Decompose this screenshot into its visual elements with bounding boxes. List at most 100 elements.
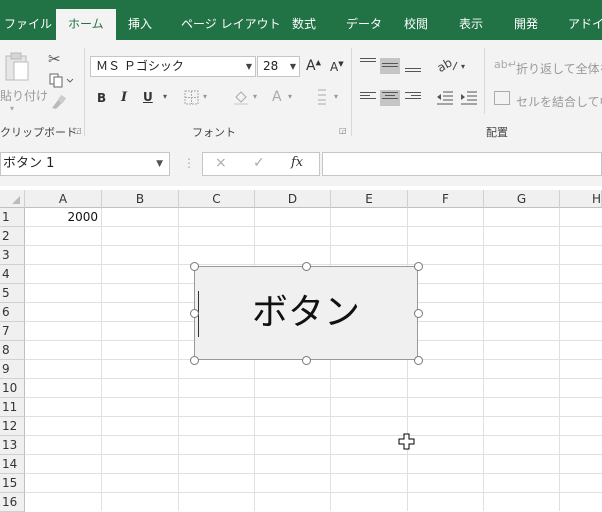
phonetic-dropdown-icon[interactable]: ▾	[334, 92, 338, 101]
merge-center-button[interactable]: セルを結合して中	[516, 93, 602, 110]
form-button[interactable]: ボタン	[194, 266, 418, 360]
align-center-button[interactable]	[380, 90, 400, 106]
enter-icon[interactable]: ✓	[253, 155, 265, 171]
row-header-6[interactable]: 6	[0, 303, 25, 322]
cancel-icon[interactable]: ×	[215, 155, 227, 171]
group-separator	[484, 48, 485, 114]
column-header-g[interactable]: G	[484, 190, 560, 208]
resize-handle-bottom-left[interactable]	[190, 356, 199, 365]
resize-handle-right[interactable]	[414, 309, 423, 318]
copy-button[interactable]	[48, 72, 74, 88]
wrap-text-icon: ab↵	[494, 58, 517, 71]
row-header-11[interactable]: 11	[0, 398, 25, 417]
chevron-down-icon[interactable]: ▼	[156, 153, 163, 175]
font-color-dropdown-icon[interactable]: ▾	[288, 92, 292, 101]
row-header-15[interactable]: 15	[0, 474, 25, 493]
resize-handle-top[interactable]	[302, 262, 311, 271]
align-bottom-button[interactable]	[405, 62, 421, 74]
clipboard-launcher-icon[interactable]: ◲	[74, 126, 82, 135]
paste-button[interactable]	[4, 52, 30, 82]
column-header-h[interactable]: H	[560, 190, 602, 208]
borders-dropdown-icon[interactable]: ▾	[203, 92, 207, 101]
cell-a1[interactable]: 2000	[26, 210, 98, 224]
increase-indent-button[interactable]	[460, 90, 478, 106]
align-left-button[interactable]	[360, 92, 376, 104]
row-header-9[interactable]: 9	[0, 360, 25, 379]
row-header-5[interactable]: 5	[0, 284, 25, 303]
row-header-1[interactable]: 1	[0, 208, 25, 227]
borders-button[interactable]	[184, 90, 200, 106]
bold-button[interactable]: B	[97, 91, 106, 105]
row-header-8[interactable]: 8	[0, 341, 25, 360]
font-size-select[interactable]: 28 ▼	[257, 56, 300, 77]
font-size-value: 28	[263, 59, 279, 73]
font-launcher-icon[interactable]: ◲	[339, 126, 347, 135]
tab-view[interactable]: 表示	[459, 9, 483, 40]
resize-handle-left[interactable]	[190, 309, 199, 318]
fill-color-dropdown-icon[interactable]: ▾	[253, 92, 257, 101]
phonetic-button[interactable]	[315, 86, 329, 108]
column-header-f[interactable]: F	[408, 190, 484, 208]
italic-button[interactable]: I	[121, 90, 127, 105]
underline-dropdown-icon[interactable]: ▾	[163, 92, 167, 101]
decrease-indent-button[interactable]	[436, 90, 454, 106]
row-header-14[interactable]: 14	[0, 455, 25, 474]
resize-handle-bottom[interactable]	[302, 356, 311, 365]
row-header-7[interactable]: 7	[0, 322, 25, 341]
fill-color-button[interactable]	[232, 88, 250, 106]
row-header-13[interactable]: 13	[0, 436, 25, 455]
tab-page-layout[interactable]: ページ レイアウト	[181, 9, 281, 40]
resize-handle-top-left[interactable]	[190, 262, 199, 271]
formula-input[interactable]	[322, 152, 602, 176]
name-box[interactable]: ボタン 1 ▼	[0, 152, 170, 176]
underline-button[interactable]: U	[143, 90, 153, 104]
select-all-corner[interactable]	[0, 190, 25, 208]
orientation-button[interactable]: ab	[435, 55, 461, 78]
formula-bar-grip-icon[interactable]: ⋮	[183, 156, 195, 170]
orientation-dropdown-icon[interactable]: ▾	[461, 62, 465, 71]
tab-review[interactable]: 校閲	[404, 9, 428, 40]
row-header-3[interactable]: 3	[0, 246, 25, 265]
paste-label: 貼り付け	[0, 89, 49, 103]
tab-data[interactable]: データ	[346, 9, 382, 40]
row-header-12[interactable]: 12	[0, 417, 25, 436]
column-header-d[interactable]: D	[255, 190, 331, 208]
font-group-label: フォント	[192, 126, 236, 139]
gridline	[25, 473, 602, 474]
column-header-b[interactable]: B	[102, 190, 179, 208]
resize-handle-top-right[interactable]	[414, 262, 423, 271]
gridline	[25, 435, 602, 436]
form-button-label[interactable]: ボタン	[195, 267, 417, 359]
column-header-e[interactable]: E	[331, 190, 408, 208]
align-top-button[interactable]	[360, 58, 376, 70]
group-separator	[84, 48, 85, 136]
font-name-select[interactable]: ＭＳ Ｐゴシック ▼	[90, 56, 256, 77]
tab-file[interactable]: ファイル	[4, 9, 52, 40]
column-header-c[interactable]: C	[179, 190, 255, 208]
tab-formulas[interactable]: 数式	[292, 9, 316, 40]
cut-icon[interactable]: ✂	[48, 50, 61, 68]
align-right-button[interactable]	[405, 92, 421, 104]
shrink-font-button[interactable]: A▼	[330, 60, 344, 74]
row-header-16[interactable]: 16	[0, 493, 25, 512]
column-header-a[interactable]: A	[25, 190, 102, 208]
ribbon-home: 貼り付け ▾ ✂ クリップボード ◲ ＭＳ Ｐゴシック ▼ 28 ▼ A▲ A▼…	[0, 40, 602, 143]
tab-home[interactable]: ホーム	[56, 9, 116, 40]
row-header-4[interactable]: 4	[0, 265, 25, 284]
insert-function-icon[interactable]: fx	[291, 155, 303, 170]
tab-insert[interactable]: 挿入	[128, 9, 152, 40]
align-middle-button[interactable]	[380, 58, 400, 74]
row-header-2[interactable]: 2	[0, 227, 25, 246]
tab-developer[interactable]: 開発	[514, 9, 538, 40]
row-header-10[interactable]: 10	[0, 379, 25, 398]
border-grid-icon	[184, 90, 199, 105]
format-painter-button[interactable]	[48, 94, 68, 110]
grow-font-button[interactable]: A▲	[306, 58, 321, 74]
tab-addins[interactable]: アドイン	[568, 9, 602, 40]
font-color-button[interactable]: A	[272, 89, 282, 105]
paste-dropdown-icon[interactable]: ▾	[10, 104, 14, 113]
group-separator	[351, 48, 352, 136]
wrap-text-button[interactable]: 折り返して全体を	[516, 60, 602, 77]
resize-handle-bottom-right[interactable]	[414, 356, 423, 365]
paint-bucket-icon	[234, 91, 248, 105]
